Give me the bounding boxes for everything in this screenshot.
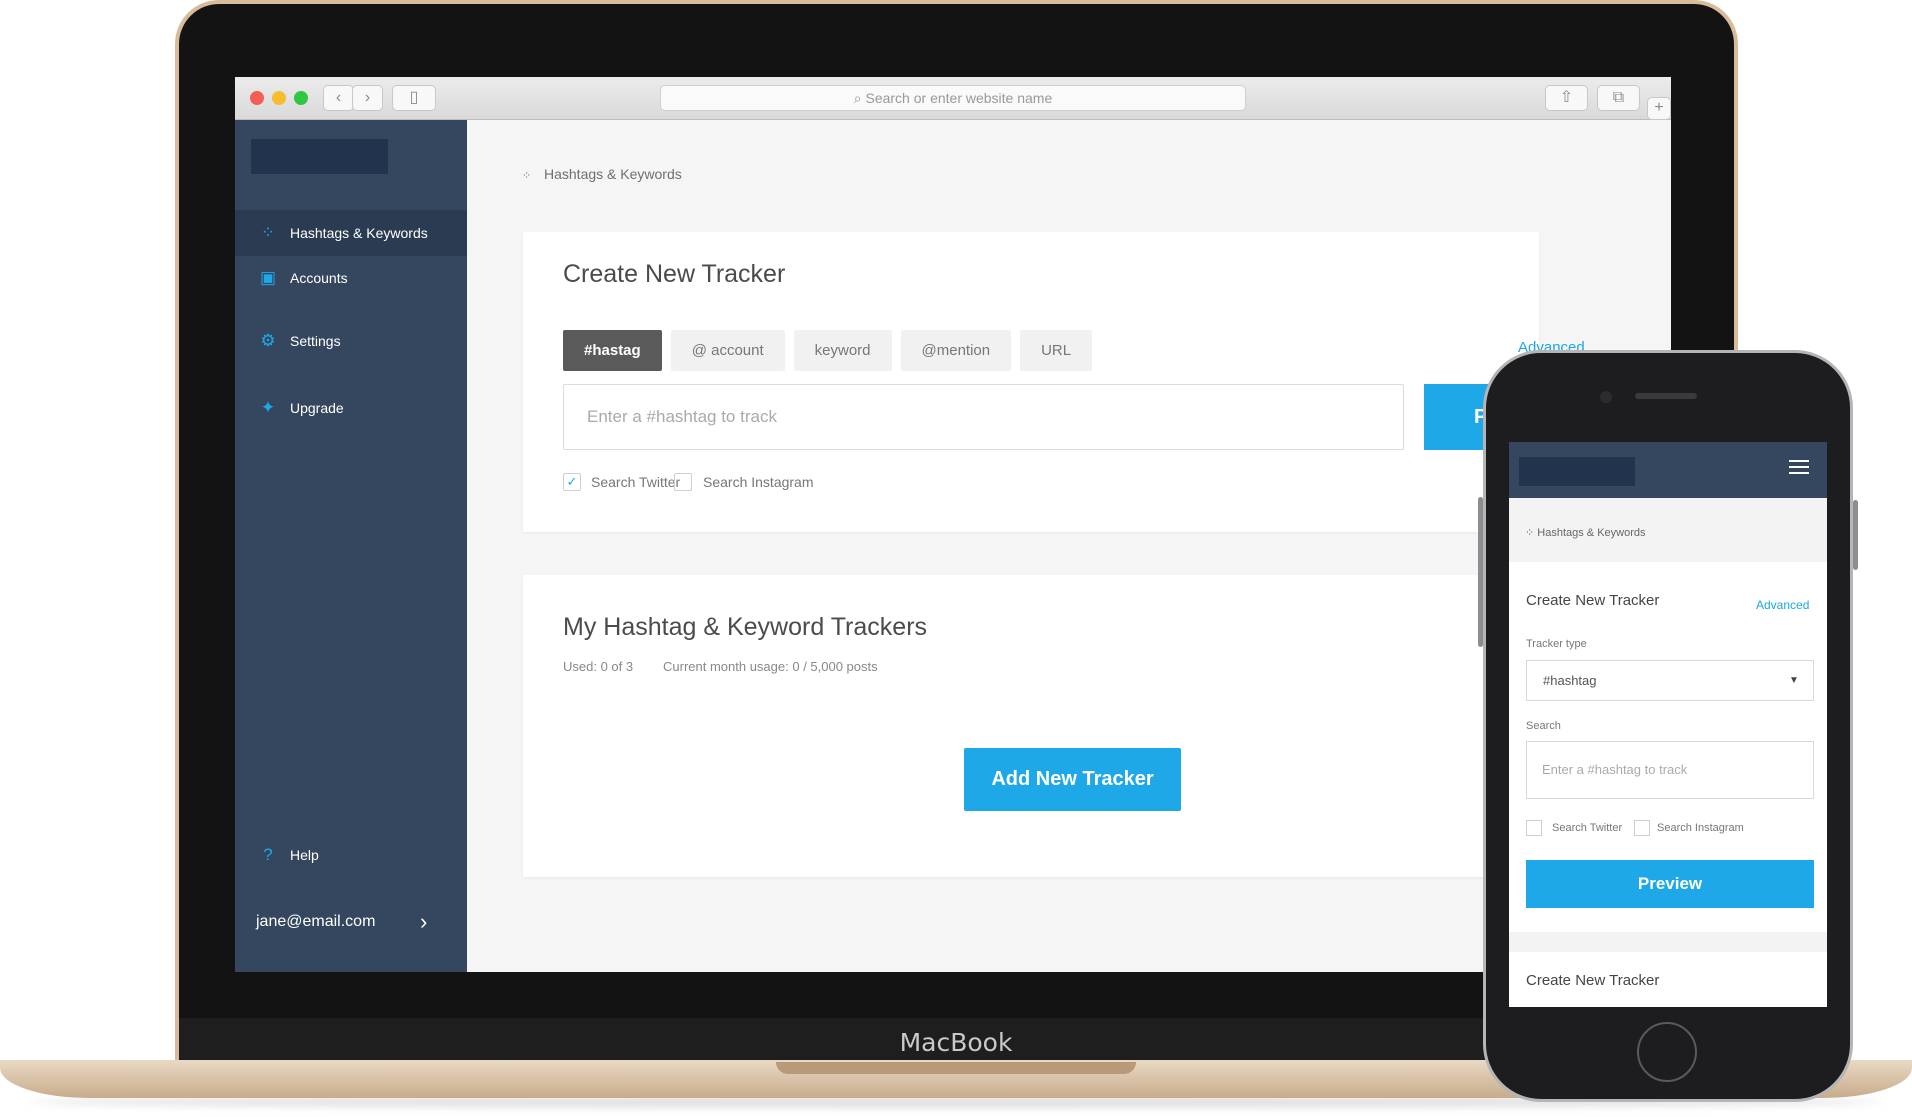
gear-icon: ⚙	[260, 331, 276, 350]
chevron-down-icon: ▼	[1789, 675, 1799, 686]
card-title: Create New Tracker	[563, 260, 786, 288]
tracker-type-label: Tracker type	[1526, 638, 1587, 650]
phone-screen: ⁘ Hashtags & Keywords Create New Tracker…	[1509, 442, 1827, 1007]
browser-toolbar: ‹ › ▯ ⌕ Search or enter website name ⇧ ⧉…	[235, 77, 1671, 120]
minimize-window-button[interactable]	[272, 91, 286, 105]
search-twitter-label: Search Twitter	[1552, 822, 1623, 834]
sidebar-item-label: Hashtags & Keywords	[290, 225, 428, 241]
phone-header	[1509, 442, 1827, 498]
share-icon[interactable]: ⇧	[1545, 85, 1588, 111]
breadcrumb-label: Hashtags & Keywords	[1537, 527, 1646, 539]
phone-trackers-card: Create New Tracker	[1509, 952, 1827, 1007]
search-instagram-label: Search Instagram	[1657, 822, 1744, 834]
sidebar-item-accounts[interactable]: ▣ Accounts	[235, 255, 467, 301]
sidebar-icon[interactable]: ▯	[392, 85, 436, 111]
tab-keyword[interactable]: keyword	[793, 330, 892, 371]
back-icon[interactable]: ‹	[323, 85, 354, 111]
phone-breadcrumb: ⁘ Hashtags & Keywords	[1525, 527, 1646, 539]
sidebar-item-upgrade[interactable]: ✦ Upgrade	[235, 385, 467, 431]
sidebar-item-label: Accounts	[290, 270, 348, 286]
search-instagram-label: Search Instagram	[703, 474, 814, 490]
user-email[interactable]: jane@email.com	[256, 913, 375, 931]
logo	[1519, 457, 1635, 486]
home-button[interactable]	[1637, 1022, 1697, 1082]
sidebar-item-help[interactable]: ? Help	[235, 832, 467, 878]
card-title: Create New Tracker	[1526, 592, 1660, 609]
plus-icon[interactable]: +	[1647, 97, 1671, 120]
phone-create-card: Create New Tracker Advanced Tracker type…	[1509, 562, 1827, 932]
sidebar-item-hashtags[interactable]: ⁘ Hashtags & Keywords	[235, 210, 467, 256]
sidebar-item-label: Upgrade	[290, 400, 344, 416]
search-instagram-checkbox[interactable]	[1634, 820, 1650, 836]
hashtag-grid-icon: ⁘	[522, 170, 532, 182]
search-instagram-checkbox[interactable]	[674, 473, 692, 491]
browser-window: ‹ › ▯ ⌕ Search or enter website name ⇧ ⧉…	[235, 77, 1671, 972]
laptop-base-notch	[776, 1062, 1136, 1074]
sidebar-item-settings[interactable]: ⚙ Settings	[235, 318, 467, 364]
phone-power-button	[1853, 500, 1858, 570]
breadcrumb: ⁘ Hashtags & Keywords	[522, 166, 682, 182]
search-twitter-label: Search Twitter	[591, 474, 681, 490]
tracker-type-value: #hashtag	[1543, 673, 1597, 688]
advanced-link[interactable]: Advanced	[1756, 598, 1809, 612]
tabs-icon[interactable]: ⧉	[1597, 85, 1640, 111]
tab-hashtag[interactable]: #hastag	[563, 330, 662, 371]
close-window-button[interactable]	[250, 91, 264, 105]
used-count: Used: 0 of 3	[563, 659, 634, 674]
search-twitter-checkbox[interactable]	[1526, 820, 1542, 836]
preview-button[interactable]: Preview	[1526, 860, 1814, 908]
forward-icon[interactable]: ›	[352, 85, 383, 111]
phone-hashtag-input[interactable]: Enter a #hashtag to track	[1526, 741, 1814, 799]
add-new-tracker-button[interactable]: Add New Tracker	[964, 748, 1181, 811]
chevron-right-icon[interactable]: ›	[420, 909, 427, 935]
address-bar[interactable]: ⌕ Search or enter website name	[660, 85, 1246, 111]
phone-speaker	[1635, 393, 1697, 399]
menu-icon[interactable]	[1789, 460, 1809, 476]
device-mockup: MacBook ‹ › ▯ ⌕ Search or enter website …	[0, 0, 1912, 1117]
tracker-type-tabs: #hastag @ account keyword @mention URL	[563, 330, 1093, 371]
sparkle-icon: ✦	[260, 398, 276, 417]
breadcrumb-label: Hashtags & Keywords	[544, 166, 682, 182]
hashtag-input[interactable]: Enter a #hashtag to track	[563, 384, 1404, 450]
phone-camera	[1600, 391, 1612, 403]
month-usage: Current month usage: 0 / 5,000 posts	[663, 659, 878, 674]
search-label: Search	[1526, 720, 1561, 732]
search-twitter-checkbox[interactable]: ✓	[563, 473, 581, 491]
create-tracker-card: Create New Tracker #hastag @ account key…	[523, 232, 1585, 532]
logo	[251, 139, 388, 174]
sidebar-item-label: Help	[290, 847, 319, 863]
tab-mention[interactable]: @mention	[900, 330, 1012, 371]
hashtag-grid-icon: ⁘	[260, 223, 276, 242]
sidebar-item-label: Settings	[290, 333, 341, 349]
tracker-type-select[interactable]: #hashtag ▼	[1526, 660, 1814, 701]
card-title: Create New Tracker	[1526, 972, 1660, 989]
maximize-window-button[interactable]	[294, 91, 308, 105]
help-icon: ?	[263, 845, 273, 864]
card-title: My Hashtag & Keyword Trackers	[563, 613, 928, 641]
tab-account[interactable]: @ account	[670, 330, 785, 371]
sidebar: ⁘ Hashtags & Keywords ▣ Accounts ⚙ Setti…	[235, 120, 467, 972]
trackers-card: My Hashtag & Keyword Trackers Used: 0 of…	[523, 575, 1539, 877]
tab-url[interactable]: URL	[1020, 330, 1093, 371]
account-icon: ▣	[259, 268, 277, 287]
address-placeholder: Search or enter website name	[865, 90, 1053, 106]
